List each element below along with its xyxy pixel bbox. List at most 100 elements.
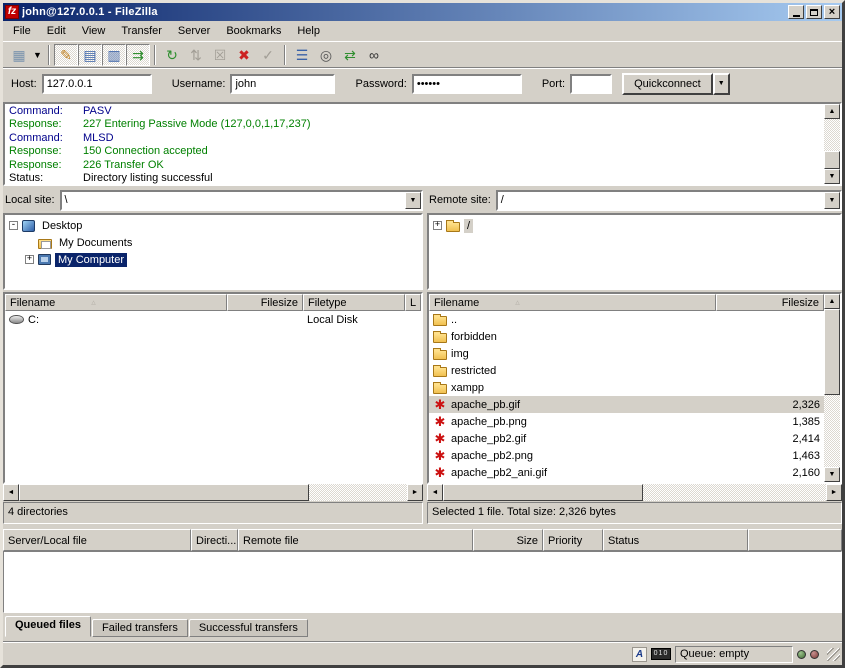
scroll-up-icon[interactable]: ▲ [824, 104, 840, 119]
find-icon[interactable]: ∞ [362, 44, 386, 66]
remote-scroll-thumb[interactable] [824, 309, 840, 395]
menu-view[interactable]: View [74, 22, 114, 40]
column-header-filesize[interactable]: Filesize [716, 294, 824, 311]
column-header-filesize[interactable]: Filesize [227, 294, 303, 311]
remote-hscrollbar[interactable]: ◄ ► [427, 484, 842, 501]
queue-column-blank[interactable] [748, 529, 842, 551]
compare-icon[interactable]: ◎ [314, 44, 338, 66]
port-label: Port: [542, 78, 565, 90]
sort-ascending-icon: ▵ [91, 297, 96, 308]
scroll-up-icon[interactable]: ▲ [824, 294, 840, 309]
column-header-filename[interactable]: Filename▵ [429, 294, 716, 311]
site-manager-dropdown-icon[interactable]: ▼ [31, 44, 44, 66]
remote-site-combo[interactable]: / ▼ [496, 190, 842, 211]
sync-browsing-icon[interactable]: ⇄ [338, 44, 362, 66]
toggle-local-tree-icon[interactable]: ▤ [78, 44, 102, 66]
tree-item[interactable]: +My Computer [5, 251, 421, 268]
image-file-icon: ✱ [433, 432, 447, 446]
password-input[interactable] [412, 74, 522, 94]
tree-item[interactable]: My Documents [5, 234, 421, 251]
column-header-filetype[interactable]: Filetype [303, 294, 405, 311]
tree-expander[interactable]: + [433, 221, 442, 230]
file-row[interactable]: ✱apache_pb.gif2,326 [429, 396, 824, 413]
toggle-remote-tree-icon[interactable]: ▥ [102, 44, 126, 66]
data-type-ascii-icon[interactable]: A [632, 647, 647, 662]
local-pane: Local site: \ ▼ -DesktopMy Documents+My … [3, 189, 423, 524]
queue-column-size[interactable]: Size [473, 529, 543, 551]
file-row[interactable]: img [429, 345, 824, 362]
local-status-text: 4 directories [3, 502, 423, 524]
log-line: Command:MLSD [9, 132, 822, 145]
tab-successful-transfers[interactable]: Successful transfers [189, 619, 308, 637]
toggle-transfer-queue-icon[interactable]: ⇉ [126, 44, 150, 66]
local-hscrollbar[interactable]: ◄ ► [3, 484, 423, 501]
remote-scrollbar[interactable]: ▲ ▼ [824, 294, 840, 482]
file-row[interactable]: ✱apache_pb2.png1,463 [429, 447, 824, 464]
file-row[interactable]: restricted [429, 362, 824, 379]
toggle-message-log-icon[interactable]: ✎ [54, 44, 78, 66]
tab-queued-files[interactable]: Queued files [5, 616, 91, 637]
close-button[interactable]: × [824, 5, 840, 19]
queue-column-remote-file[interactable]: Remote file [238, 529, 473, 551]
local-site-combo[interactable]: \ ▼ [60, 190, 423, 211]
menu-transfer[interactable]: Transfer [113, 22, 170, 40]
quickconnect-button[interactable]: Quickconnect [622, 73, 713, 95]
queue-column-directi-[interactable]: Directi... [191, 529, 238, 551]
log-scrollbar[interactable]: ▲ ▼ [824, 104, 840, 184]
scroll-down-icon[interactable]: ▼ [824, 169, 840, 184]
tree-item[interactable]: - Desktop [5, 217, 421, 234]
menu-help[interactable]: Help [289, 22, 328, 40]
titlebar[interactable]: fz john@127.0.0.1 - FileZilla × [3, 3, 842, 21]
minimize-button[interactable] [788, 5, 804, 19]
menu-file[interactable]: File [5, 22, 39, 40]
disk-drive-icon [9, 315, 24, 324]
tab-failed-transfers[interactable]: Failed transfers [92, 619, 188, 637]
chevron-down-icon[interactable]: ▼ [824, 192, 840, 209]
file-cell [716, 345, 824, 362]
refresh-icon[interactable]: ↻ [160, 44, 184, 66]
log-scroll-thumb[interactable] [824, 151, 840, 169]
scroll-left-icon[interactable]: ◄ [3, 484, 19, 501]
file-cell: .. [429, 311, 716, 328]
file-cell [716, 328, 824, 345]
file-cell-text: 2,326 [792, 399, 820, 411]
port-input[interactable] [570, 74, 612, 94]
disconnect-icon[interactable]: ✖ [232, 44, 256, 66]
resize-grip[interactable] [827, 648, 840, 661]
queue-column-status[interactable]: Status [603, 529, 748, 551]
chevron-down-icon[interactable]: ▼ [405, 192, 421, 209]
menu-server[interactable]: Server [170, 22, 218, 40]
queue-column-server-local-file[interactable]: Server/Local file [3, 529, 191, 551]
scroll-down-icon[interactable]: ▼ [824, 467, 840, 482]
queue-column-priority[interactable]: Priority [543, 529, 603, 551]
column-header-filename[interactable]: Filename▵ [5, 294, 227, 311]
scroll-right-icon[interactable]: ► [407, 484, 423, 501]
file-row[interactable]: forbidden [429, 328, 824, 345]
file-row[interactable]: xampp [429, 379, 824, 396]
menu-edit[interactable]: Edit [39, 22, 74, 40]
speed-limits-icon[interactable]: 010 [651, 648, 671, 660]
filter-icon[interactable]: ☰ [290, 44, 314, 66]
tree-item-label: Desktop [39, 219, 85, 233]
file-cell: 1,463 [716, 447, 824, 464]
username-input[interactable] [230, 74, 335, 94]
scroll-left-icon[interactable]: ◄ [427, 484, 443, 501]
local-hscroll-thumb[interactable] [19, 484, 309, 501]
scroll-right-icon[interactable]: ► [826, 484, 842, 501]
remote-hscroll-thumb[interactable] [443, 484, 643, 501]
file-row[interactable]: .. [429, 311, 824, 328]
maximize-button[interactable] [806, 5, 822, 19]
file-row[interactable]: ✱apache_pb2_ani.gif2,160 [429, 464, 824, 481]
file-row[interactable]: ✱apache_pb2.gif2,414 [429, 430, 824, 447]
tree-expander[interactable]: + [25, 255, 34, 264]
column-header-l[interactable]: L [405, 294, 421, 311]
message-log: Command:PASVResponse:227 Entering Passiv… [3, 102, 842, 186]
tree-item[interactable]: +/ [429, 217, 840, 234]
menu-bookmarks[interactable]: Bookmarks [218, 22, 289, 40]
tree-expander[interactable]: - [9, 221, 18, 230]
host-input[interactable] [42, 74, 152, 94]
quickconnect-dropdown-button[interactable]: ▼ [713, 73, 730, 95]
site-manager-icon[interactable]: ▦ [7, 44, 31, 66]
file-row[interactable]: ✱apache_pb.png1,385 [429, 413, 824, 430]
file-row[interactable]: C:Local Disk [5, 311, 421, 328]
